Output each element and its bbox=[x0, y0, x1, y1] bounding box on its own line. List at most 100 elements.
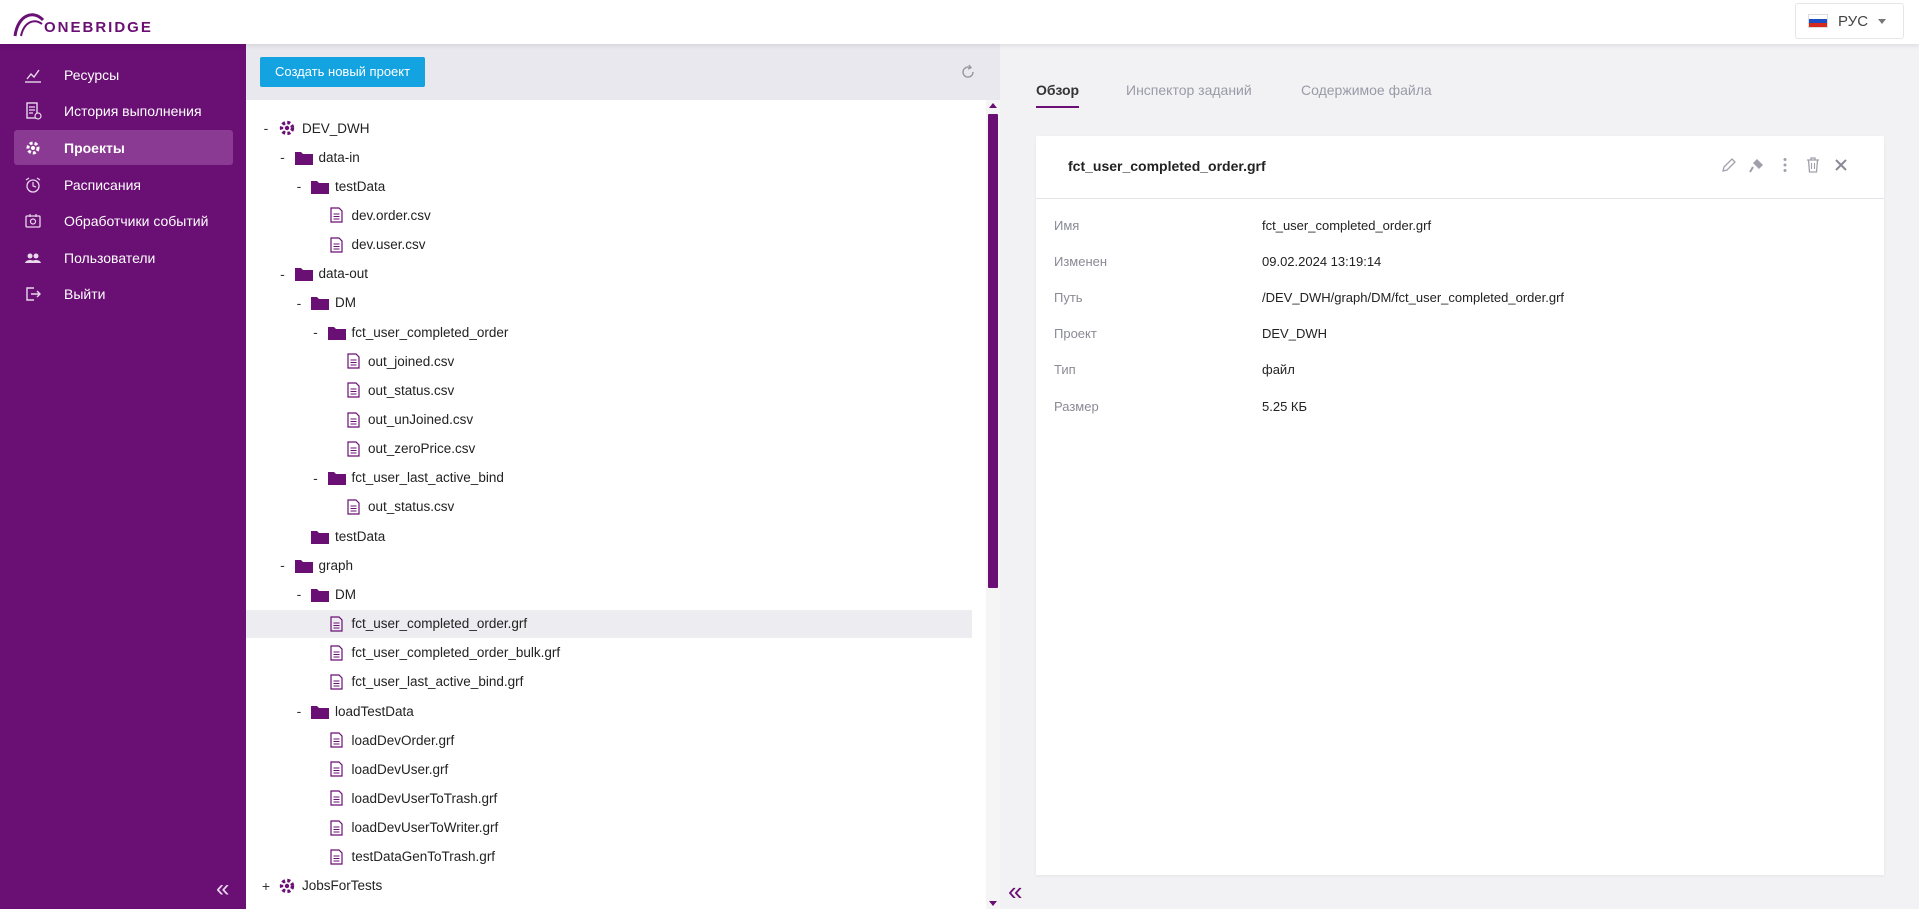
file-details-card: fct_user_completed_order.grf Имя fct_user… bbox=[1036, 136, 1884, 875]
collapse-toggle[interactable]: - bbox=[277, 266, 289, 282]
tree-folder-item[interactable]: testData bbox=[293, 522, 385, 550]
tree-file-item[interactable]: dev.order.csv bbox=[310, 201, 431, 229]
tree-file-item[interactable]: loadDevUser.grf bbox=[310, 755, 448, 783]
scroll-down-icon[interactable] bbox=[989, 901, 997, 906]
caret-down-icon bbox=[1878, 18, 1887, 24]
tree-file-item[interactable]: fct_user_completed_order_bulk.grf bbox=[310, 639, 561, 667]
tree-folder-item[interactable]: - loadTestData bbox=[293, 697, 414, 725]
details-panel: Обзор Инспектор заданий Содержимое файла… bbox=[1000, 44, 1919, 909]
refresh-icon[interactable] bbox=[960, 64, 976, 80]
tree-folder-item[interactable]: - testData bbox=[293, 172, 386, 200]
property-row: Путь/DEV_DWH/graph/DM/fct_user_completed… bbox=[1054, 290, 1564, 310]
sidebar-item-event-handlers[interactable]: Обработчики событий bbox=[14, 203, 233, 238]
file-icon bbox=[328, 236, 346, 253]
tree-file-item[interactable]: fct_user_completed_order.grf bbox=[246, 609, 972, 638]
tree-item-label: fct_user_last_active_bind.grf bbox=[351, 674, 524, 690]
tree-file-item[interactable]: loadDevOrder.grf bbox=[310, 726, 454, 754]
file-icon bbox=[328, 207, 346, 224]
brush-icon[interactable] bbox=[1748, 156, 1766, 174]
trash-icon[interactable] bbox=[1804, 156, 1822, 174]
tree-item-label: testData bbox=[335, 528, 386, 544]
tree-file-item[interactable]: testDataGenToTrash.grf bbox=[310, 843, 496, 871]
tree-file-item[interactable]: out_status.csv bbox=[326, 376, 454, 404]
project-gear-icon bbox=[278, 878, 296, 894]
file-icon bbox=[328, 790, 346, 807]
tree-item-label: JobsForTests bbox=[302, 878, 383, 894]
tree-item-label: testDataGenToTrash.grf bbox=[351, 849, 496, 865]
tree-item-label: DM bbox=[335, 295, 356, 311]
tree-item-label: out_joined.csv bbox=[368, 353, 455, 369]
project-tree: - DEV_DWH - data-in - testData dev.order.csv de… bbox=[246, 100, 986, 909]
folder-icon bbox=[311, 586, 329, 602]
collapse-panel-icon[interactable]: « bbox=[1008, 876, 1023, 907]
folder-icon bbox=[327, 324, 346, 340]
collapse-toggle[interactable]: - bbox=[310, 324, 322, 340]
tab-job-inspector[interactable]: Инспектор заданий bbox=[1126, 82, 1252, 106]
expand-toggle[interactable]: + bbox=[260, 878, 272, 894]
edit-icon[interactable] bbox=[1720, 156, 1738, 174]
more-icon[interactable] bbox=[1776, 156, 1794, 174]
gear-icon bbox=[14, 139, 50, 157]
sidebar-item-label: Расписания bbox=[64, 176, 141, 193]
tab-overview[interactable]: Обзор bbox=[1036, 82, 1080, 108]
tree-folder-item[interactable]: - data-in bbox=[277, 143, 360, 171]
collapse-toggle[interactable]: - bbox=[260, 120, 272, 136]
tree-folder-item[interactable]: - fct_user_completed_order bbox=[310, 318, 508, 346]
collapse-toggle[interactable]: - bbox=[293, 586, 305, 602]
tree-scrollbar[interactable] bbox=[986, 100, 1000, 909]
tree-file-item[interactable]: out_unJoined.csv bbox=[326, 406, 473, 434]
sidebar-item-schedules[interactable]: Расписания bbox=[14, 167, 233, 202]
close-icon[interactable] bbox=[1832, 156, 1850, 174]
logo-arc-icon bbox=[13, 13, 45, 37]
tree-item-label: loadTestData bbox=[335, 703, 414, 719]
onebridge-logo[interactable]: ONEBRIDGE bbox=[12, 4, 153, 38]
sidebar-item-history[interactable]: История выполнения bbox=[14, 93, 233, 128]
file-icon bbox=[344, 382, 362, 398]
tree-item-label: fct_user_completed_order_bulk.grf bbox=[351, 645, 561, 661]
tree-file-item[interactable]: loadDevUserToWriter.grf bbox=[310, 814, 498, 842]
collapse-toggle[interactable]: - bbox=[277, 557, 289, 573]
tree-folder-item[interactable]: - DM bbox=[293, 289, 356, 317]
create-project-button[interactable]: Создать новый проект bbox=[260, 57, 426, 87]
collapse-sidebar-icon[interactable]: « bbox=[216, 875, 230, 903]
tab-file-content[interactable]: Содержимое файла bbox=[1301, 82, 1432, 106]
tree-folder-item[interactable]: - DM bbox=[293, 580, 356, 608]
sidebar-item-label: История выполнения bbox=[64, 102, 202, 119]
sidebar-item-logout[interactable]: Выйти bbox=[14, 276, 233, 311]
collapse-toggle[interactable]: - bbox=[310, 470, 322, 486]
property-row: Проект DEV_DWH bbox=[1054, 326, 1327, 346]
scroll-up-icon[interactable] bbox=[989, 103, 997, 108]
tree-file-item[interactable]: dev.user.csv bbox=[310, 231, 426, 259]
logo-text: ONEBRIDGE bbox=[44, 19, 153, 36]
tree-project-item[interactable]: - DEV_DWH bbox=[260, 114, 370, 142]
collapse-toggle[interactable]: - bbox=[277, 149, 289, 165]
tree-item-label: fct_user_completed_order.grf bbox=[351, 616, 528, 632]
sidebar-item-resources[interactable]: Ресурсы bbox=[14, 57, 233, 92]
collapse-toggle[interactable]: - bbox=[293, 295, 305, 311]
folder-icon bbox=[311, 528, 329, 544]
tree-file-item[interactable]: out_joined.csv bbox=[326, 347, 454, 375]
tree-item-label: out_status.csv bbox=[368, 382, 455, 398]
tree-folder-item[interactable]: - fct_user_last_active_bind bbox=[310, 464, 504, 492]
language-selector[interactable]: РУС bbox=[1795, 3, 1904, 39]
tree-file-item[interactable]: out_zeroPrice.csv bbox=[326, 435, 475, 463]
tree-file-item[interactable]: fct_user_last_active_bind.grf bbox=[310, 668, 524, 696]
sidebar-item-label: Пользователи bbox=[64, 249, 156, 266]
tree-folder-item[interactable]: - graph bbox=[277, 551, 353, 579]
tree-folder-item[interactable]: - data-out bbox=[277, 260, 368, 288]
sidebar-item-users[interactable]: Пользователи bbox=[14, 240, 233, 275]
card-actions bbox=[1720, 156, 1850, 174]
property-key: Путь bbox=[1054, 290, 1083, 305]
top-bar: ONEBRIDGE РУС bbox=[0, 0, 1919, 44]
scrollbar-thumb[interactable] bbox=[988, 114, 998, 588]
property-value: 09.02.2024 13:19:14 bbox=[1262, 254, 1382, 269]
tree-file-item[interactable]: out_status.csv bbox=[326, 493, 454, 521]
sidebar-item-label: Ресурсы bbox=[64, 66, 120, 83]
collapse-toggle[interactable]: - bbox=[293, 703, 305, 719]
folder-icon bbox=[294, 266, 313, 282]
tree-file-item[interactable]: loadDevUserToTrash.grf bbox=[310, 784, 497, 812]
tree-project-item[interactable]: + JobsForTests bbox=[260, 872, 382, 900]
project-gear-icon bbox=[278, 120, 296, 136]
sidebar-item-projects[interactable]: Проекты bbox=[14, 130, 233, 165]
collapse-toggle[interactable]: - bbox=[293, 178, 305, 194]
